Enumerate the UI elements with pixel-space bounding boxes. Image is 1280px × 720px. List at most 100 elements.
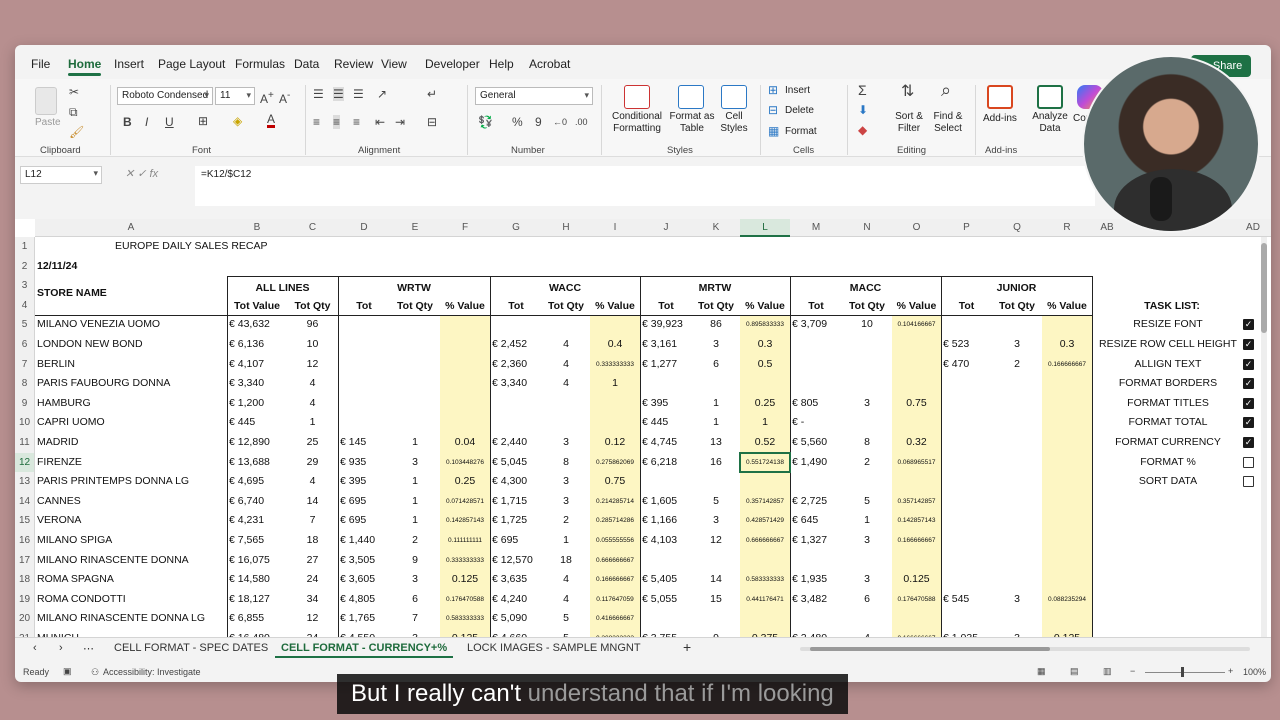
junior-qty-cell[interactable]: 2: [994, 355, 1040, 375]
wrtw-tot-cell[interactable]: € 145: [340, 433, 388, 453]
menu-tab-page-layout[interactable]: Page Layout: [158, 57, 225, 71]
column-header-k[interactable]: K: [692, 219, 740, 237]
more-sheets-icon[interactable]: ⋯: [83, 642, 94, 655]
wrtw-tot-cell[interactable]: € 1,440: [340, 531, 388, 551]
sheet-tab-spec-dates[interactable]: CELL FORMAT - SPEC DATES: [114, 642, 268, 654]
wacc-tot-cell[interactable]: € 2,452: [492, 335, 540, 355]
wacc-qty-cell[interactable]: 5: [544, 629, 588, 637]
macc-qty-cell[interactable]: 6: [844, 590, 890, 610]
font-size-select[interactable]: 11: [215, 87, 255, 105]
wacc-qty-cell[interactable]: 4: [544, 570, 588, 590]
mrtw-qty-cell[interactable]: 1: [694, 394, 738, 414]
row-header-19[interactable]: 19: [15, 589, 35, 610]
junior-qty-cell[interactable]: 3: [994, 629, 1040, 637]
junior-pct-cell[interactable]: 0.125: [1044, 629, 1090, 637]
wacc-pct-cell[interactable]: 0.208333333: [592, 629, 638, 637]
total-value-cell[interactable]: € 4,231: [229, 511, 285, 531]
total-value-cell[interactable]: € 4,107: [229, 355, 285, 375]
menu-tab-view[interactable]: View: [381, 57, 407, 71]
wrtw-tot-cell[interactable]: € 395: [340, 472, 388, 492]
row-header-1[interactable]: 1: [15, 237, 35, 257]
macc-tot-cell[interactable]: € 805: [792, 394, 840, 414]
name-box[interactable]: L12: [20, 166, 102, 184]
store-name-cell[interactable]: FIRENZE: [37, 453, 225, 473]
task-checkbox[interactable]: ✓: [1243, 397, 1254, 409]
paste-icon[interactable]: [35, 87, 57, 115]
wrtw-qty-cell[interactable]: 6: [392, 590, 438, 610]
number-format-select[interactable]: General: [475, 87, 593, 105]
row-header-13[interactable]: 13: [15, 472, 35, 492]
decrease-indent-icon[interactable]: ⇤: [375, 115, 385, 129]
zoom-in-icon[interactable]: +: [1228, 666, 1233, 676]
wacc-tot-cell[interactable]: € 695: [492, 531, 540, 551]
mrtw-pct-cell[interactable]: 0.583333333: [742, 570, 788, 590]
task-checkbox[interactable]: ✓: [1243, 378, 1254, 390]
column-header-l[interactable]: L: [740, 219, 790, 237]
mrtw-pct-cell[interactable]: 0.5: [742, 355, 788, 375]
mrtw-pct-cell[interactable]: 1: [742, 413, 788, 433]
addins-button[interactable]: Add-ins: [983, 113, 1017, 124]
row-header-11[interactable]: 11: [15, 433, 35, 453]
format-cells-button[interactable]: Format: [785, 126, 817, 137]
macc-tot-cell[interactable]: € 645: [792, 511, 840, 531]
row-header-16[interactable]: 16: [15, 531, 35, 551]
analyze-data-button[interactable]: Analyze Data: [1029, 111, 1071, 135]
wrtw-pct-cell[interactable]: 0.125: [442, 570, 488, 590]
store-name-cell[interactable]: MILANO SPIGA: [37, 531, 225, 551]
formula-input[interactable]: =K12/$C12: [195, 166, 1095, 206]
menu-tab-review[interactable]: Review: [334, 57, 373, 71]
menu-tab-formulas[interactable]: Formulas: [235, 57, 285, 71]
total-qty-cell[interactable]: 25: [289, 433, 336, 453]
row-header-12[interactable]: 12: [15, 452, 35, 473]
cut-icon[interactable]: ✂: [69, 85, 79, 99]
total-value-cell[interactable]: € 13,688: [229, 453, 285, 473]
cell-styles-icon[interactable]: [721, 85, 747, 109]
wacc-qty-cell[interactable]: 4: [544, 590, 588, 610]
zoom-slider-thumb[interactable]: [1181, 667, 1184, 677]
junior-qty-cell[interactable]: 3: [994, 335, 1040, 355]
accessibility-status[interactable]: Accessibility: Investigate: [103, 667, 201, 677]
macc-tot-cell[interactable]: € 1,327: [792, 531, 840, 551]
horizontal-scrollbar[interactable]: [800, 647, 1250, 651]
total-value-cell[interactable]: € 6,136: [229, 335, 285, 355]
total-qty-cell[interactable]: 4: [289, 472, 336, 492]
store-name-cell[interactable]: CAPRI UOMO: [37, 413, 225, 433]
wacc-pct-cell[interactable]: 0.055555556: [592, 531, 638, 551]
mrtw-tot-cell[interactable]: € 1,605: [642, 492, 690, 512]
wacc-tot-cell[interactable]: € 1,715: [492, 492, 540, 512]
total-qty-cell[interactable]: 29: [289, 453, 336, 473]
total-value-cell[interactable]: € 6,740: [229, 492, 285, 512]
menu-tab-home[interactable]: Home: [68, 57, 102, 76]
wacc-tot-cell[interactable]: € 12,570: [492, 551, 540, 571]
macc-tot-cell[interactable]: € 3,709: [792, 315, 840, 335]
wacc-qty-cell[interactable]: 2: [544, 511, 588, 531]
underline-icon[interactable]: U: [165, 115, 174, 129]
macc-pct-cell[interactable]: 0.75: [894, 394, 939, 414]
row-header-2[interactable]: 2: [15, 256, 35, 277]
wacc-pct-cell[interactable]: 0.275862069: [592, 453, 638, 473]
junior-tot-cell[interactable]: € 1,035: [943, 629, 990, 637]
mrtw-tot-cell[interactable]: € 3,161: [642, 335, 690, 355]
column-header-g[interactable]: G: [490, 219, 542, 237]
row-header-15[interactable]: 15: [15, 511, 35, 531]
row-header-4[interactable]: 4: [15, 295, 35, 316]
total-value-cell[interactable]: € 6,855: [229, 609, 285, 629]
store-name-cell[interactable]: MADRID: [37, 433, 225, 453]
wacc-qty-cell[interactable]: 4: [544, 355, 588, 375]
total-value-cell[interactable]: € 18,127: [229, 590, 285, 610]
wrtw-qty-cell[interactable]: 7: [392, 609, 438, 629]
macc-tot-cell[interactable]: € 2,480: [792, 629, 840, 637]
total-value-cell[interactable]: € 4,695: [229, 472, 285, 492]
mrtw-tot-cell[interactable]: € 1,166: [642, 511, 690, 531]
scrollbar-thumb[interactable]: [810, 647, 1050, 651]
menu-tab-developer[interactable]: Developer: [425, 57, 480, 71]
wrtw-qty-cell[interactable]: 3: [392, 570, 438, 590]
wacc-pct-cell[interactable]: 0.117647059: [592, 590, 638, 610]
column-header-r[interactable]: R: [1042, 219, 1092, 237]
wacc-tot-cell[interactable]: € 5,045: [492, 453, 540, 473]
mrtw-pct-cell[interactable]: 0.357142857: [742, 492, 788, 512]
menu-tab-help[interactable]: Help: [489, 57, 514, 71]
mrtw-qty-cell[interactable]: 5: [694, 492, 738, 512]
total-qty-cell[interactable]: 18: [289, 531, 336, 551]
store-name-cell[interactable]: HAMBURG: [37, 394, 225, 414]
